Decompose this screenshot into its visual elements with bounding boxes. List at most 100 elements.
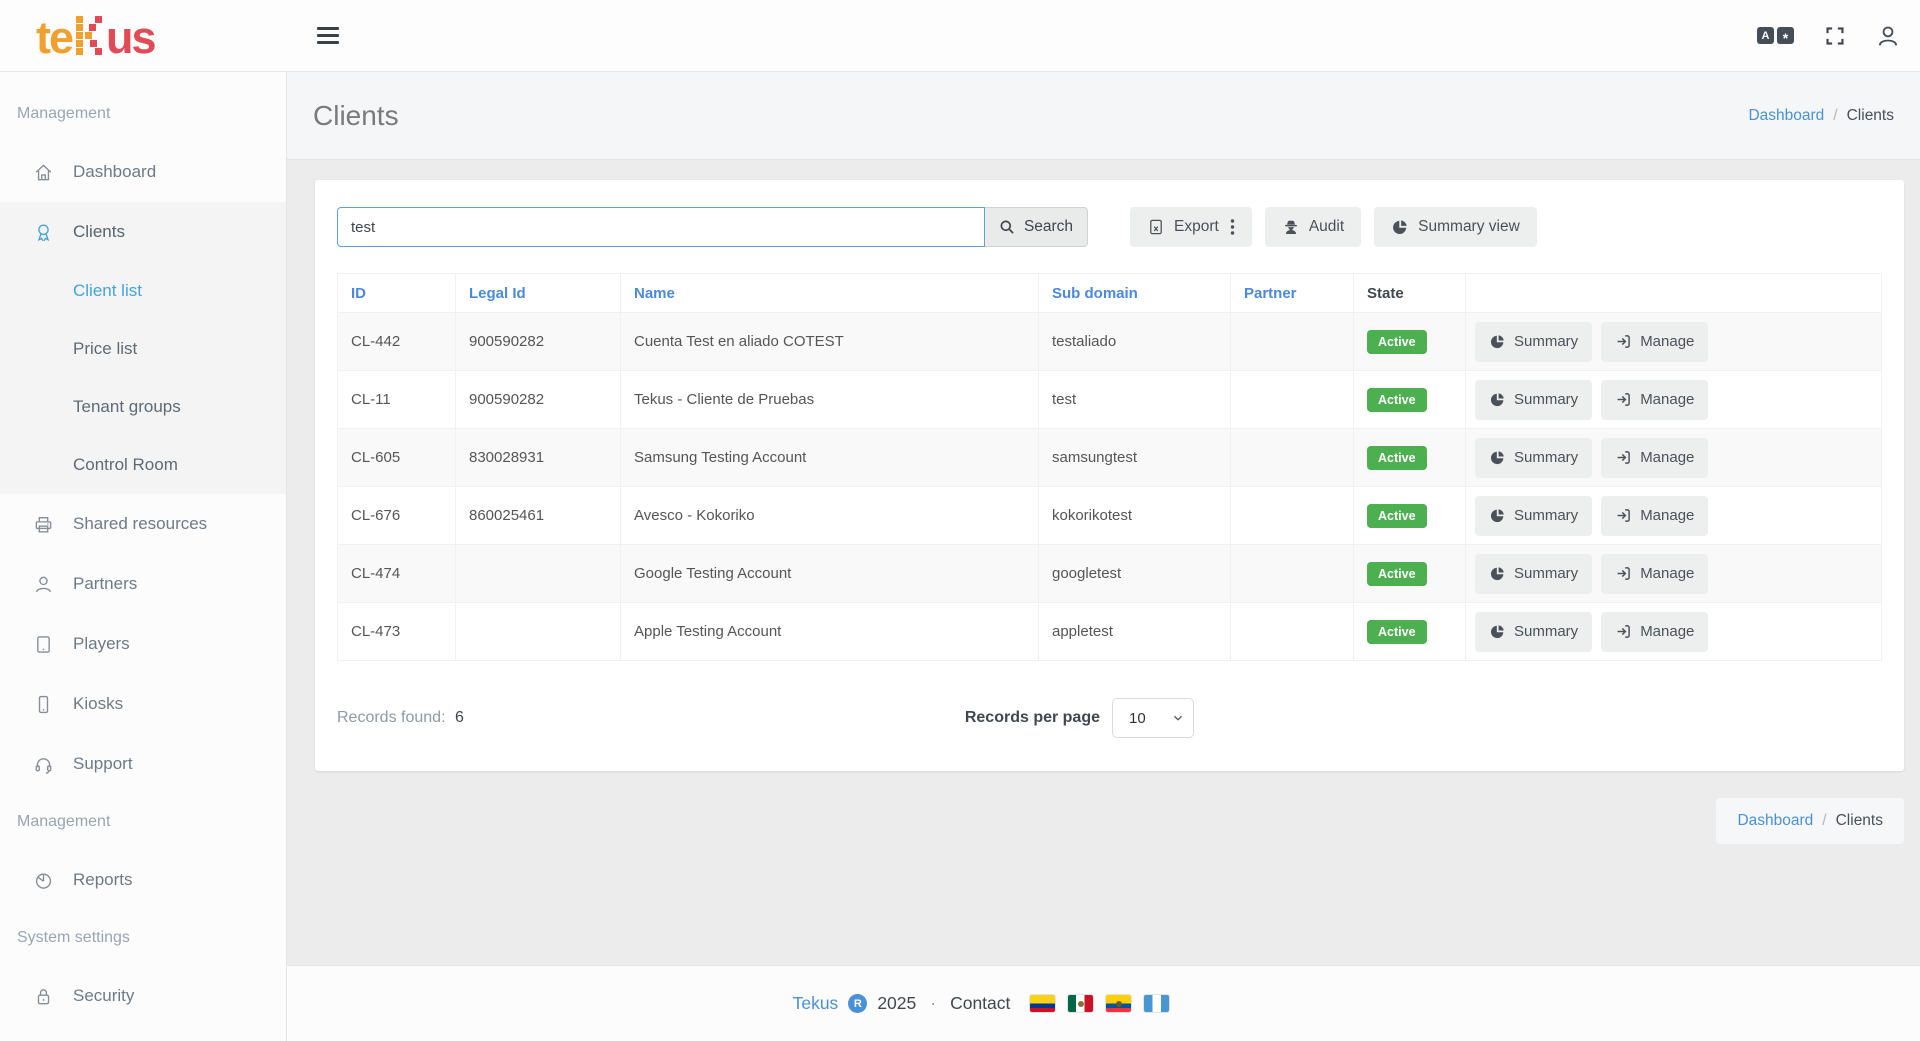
sign-in-arrow-icon (1615, 507, 1632, 524)
cell-name: Google Testing Account (621, 545, 1039, 603)
records-per-page-select[interactable]: 10 (1112, 698, 1194, 738)
sidebar-item-clients[interactable]: Clients (0, 202, 286, 262)
summary-button[interactable]: Summary (1475, 554, 1592, 594)
table-row: CL-442 900590282 Cuenta Test en aliado C… (338, 313, 1882, 371)
manage-button-label: Manage (1640, 391, 1694, 408)
column-header-sub-domain[interactable]: Sub domain (1039, 274, 1231, 313)
breadcrumb-current: Clients (1847, 107, 1894, 125)
export-button-label: Export (1174, 218, 1219, 236)
column-header-actions (1466, 274, 1882, 313)
breadcrumb-dashboard-link[interactable]: Dashboard (1748, 107, 1824, 125)
sidebar-item-control-room[interactable]: Control Room (0, 436, 286, 494)
column-header-id[interactable]: ID (338, 274, 456, 313)
status-badge: Active (1367, 562, 1427, 586)
topbar: te us A * (0, 0, 1920, 72)
sidebar-section-system-settings: System settings (0, 910, 286, 966)
manage-button-label: Manage (1640, 565, 1694, 582)
search-input[interactable] (337, 207, 985, 247)
summary-button-label: Summary (1514, 565, 1578, 582)
flag-guatemala-icon[interactable] (1144, 995, 1169, 1012)
cell-id: CL-474 (338, 545, 456, 603)
sidebar-clients-block: Clients Client list Price list Tenant gr… (0, 202, 286, 494)
sidebar-item-price-list[interactable]: Price list (0, 320, 286, 378)
export-button[interactable]: Export (1130, 207, 1252, 247)
table-row: CL-11 900590282 Tekus - Cliente de Prueb… (338, 371, 1882, 429)
breadcrumb-dashboard-link[interactable]: Dashboard (1737, 812, 1813, 830)
column-header-legal-id[interactable]: Legal Id (456, 274, 621, 313)
summary-button[interactable]: Summary (1475, 612, 1592, 652)
table-header-row: ID Legal Id Name Sub domain Partner Stat… (338, 274, 1882, 313)
sidebar-label: Security (73, 986, 134, 1006)
records-found-value: 6 (455, 709, 464, 726)
sidebar-item-security[interactable]: Security (0, 966, 286, 1026)
user-icon[interactable] (1876, 24, 1900, 48)
sidebar-item-support[interactable]: Support (0, 734, 286, 794)
manage-button[interactable]: Manage (1601, 322, 1708, 362)
cell-legal-id (456, 603, 621, 661)
pie-chart-icon (1489, 391, 1506, 408)
bottom-breadcrumb: Dashboard / Clients (1716, 798, 1904, 844)
sidebar-toggle-hamburger-icon[interactable] (311, 17, 345, 54)
manage-button-label: Manage (1640, 449, 1694, 466)
sidebar-item-partners[interactable]: Partners (0, 554, 286, 614)
footer-brand-link[interactable]: Tekus (793, 993, 839, 1014)
cell-partner (1231, 545, 1354, 603)
cell-sub-domain: samsungtest (1039, 429, 1231, 487)
sidebar-item-tenant-groups[interactable]: Tenant groups (0, 378, 286, 436)
summary-button-label: Summary (1514, 507, 1578, 524)
manage-button[interactable]: Manage (1601, 554, 1708, 594)
summary-button[interactable]: Summary (1475, 322, 1592, 362)
column-header-partner[interactable]: Partner (1231, 274, 1354, 313)
sidebar: Management Dashboard Clients (0, 72, 287, 1041)
summary-button[interactable]: Summary (1475, 496, 1592, 536)
flag-ecuador-icon[interactable] (1106, 995, 1131, 1012)
table-row: CL-474 Google Testing Account googletest… (338, 545, 1882, 603)
breadcrumb-separator: / (1822, 812, 1826, 830)
user-secret-icon (1282, 218, 1300, 236)
ellipsis-vertical-icon (1230, 218, 1235, 236)
cell-sub-domain: kokorikotest (1039, 487, 1231, 545)
language-a-glyph: A (1757, 27, 1774, 44)
printer-icon (33, 514, 55, 535)
footer-contact-link[interactable]: Contact (950, 993, 1010, 1014)
manage-button[interactable]: Manage (1601, 612, 1708, 652)
pie-chart-icon (1489, 565, 1506, 582)
cell-partner (1231, 487, 1354, 545)
sidebar-label: Shared resources (73, 514, 207, 534)
search-button[interactable]: Search (985, 207, 1088, 247)
tekus-logo[interactable]: te us (0, 13, 287, 58)
sidebar-item-client-list[interactable]: Client list (0, 262, 286, 320)
summary-button-label: Summary (1514, 449, 1578, 466)
pie-chart-icon (1489, 449, 1506, 466)
manage-button[interactable]: Manage (1601, 496, 1708, 536)
fullscreen-icon[interactable] (1824, 25, 1846, 47)
manage-button[interactable]: Manage (1601, 438, 1708, 478)
pie-chart-icon (1391, 218, 1409, 236)
audit-button-label: Audit (1309, 218, 1344, 236)
summary-button[interactable]: Summary (1475, 380, 1592, 420)
sidebar-item-kiosks[interactable]: Kiosks (0, 674, 286, 734)
summary-view-button[interactable]: Summary view (1374, 207, 1537, 247)
cell-id: CL-605 (338, 429, 456, 487)
sidebar-item-dashboard[interactable]: Dashboard (0, 142, 286, 202)
cell-sub-domain: googletest (1039, 545, 1231, 603)
column-header-name[interactable]: Name (621, 274, 1039, 313)
cell-actions: Summary Manage (1466, 371, 1882, 429)
bottom-breadcrumb-row: Dashboard / Clients (315, 798, 1904, 844)
manage-button[interactable]: Manage (1601, 380, 1708, 420)
flag-colombia-icon[interactable] (1030, 995, 1055, 1012)
person-icon (33, 574, 55, 595)
cell-sub-domain: appletest (1039, 603, 1231, 661)
cell-actions: Summary Manage (1466, 429, 1882, 487)
sidebar-item-reports[interactable]: Reports (0, 850, 286, 910)
summary-button-label: Summary (1514, 623, 1578, 640)
language-icon[interactable]: A * (1757, 27, 1794, 44)
records-per-page-label: Records per page (965, 709, 1100, 727)
status-badge: Active (1367, 330, 1427, 354)
sidebar-item-players[interactable]: Players (0, 614, 286, 674)
summary-button[interactable]: Summary (1475, 438, 1592, 478)
cell-id: CL-442 (338, 313, 456, 371)
flag-mexico-icon[interactable] (1068, 995, 1093, 1012)
sidebar-item-shared-resources[interactable]: Shared resources (0, 494, 286, 554)
audit-button[interactable]: Audit (1265, 207, 1361, 247)
